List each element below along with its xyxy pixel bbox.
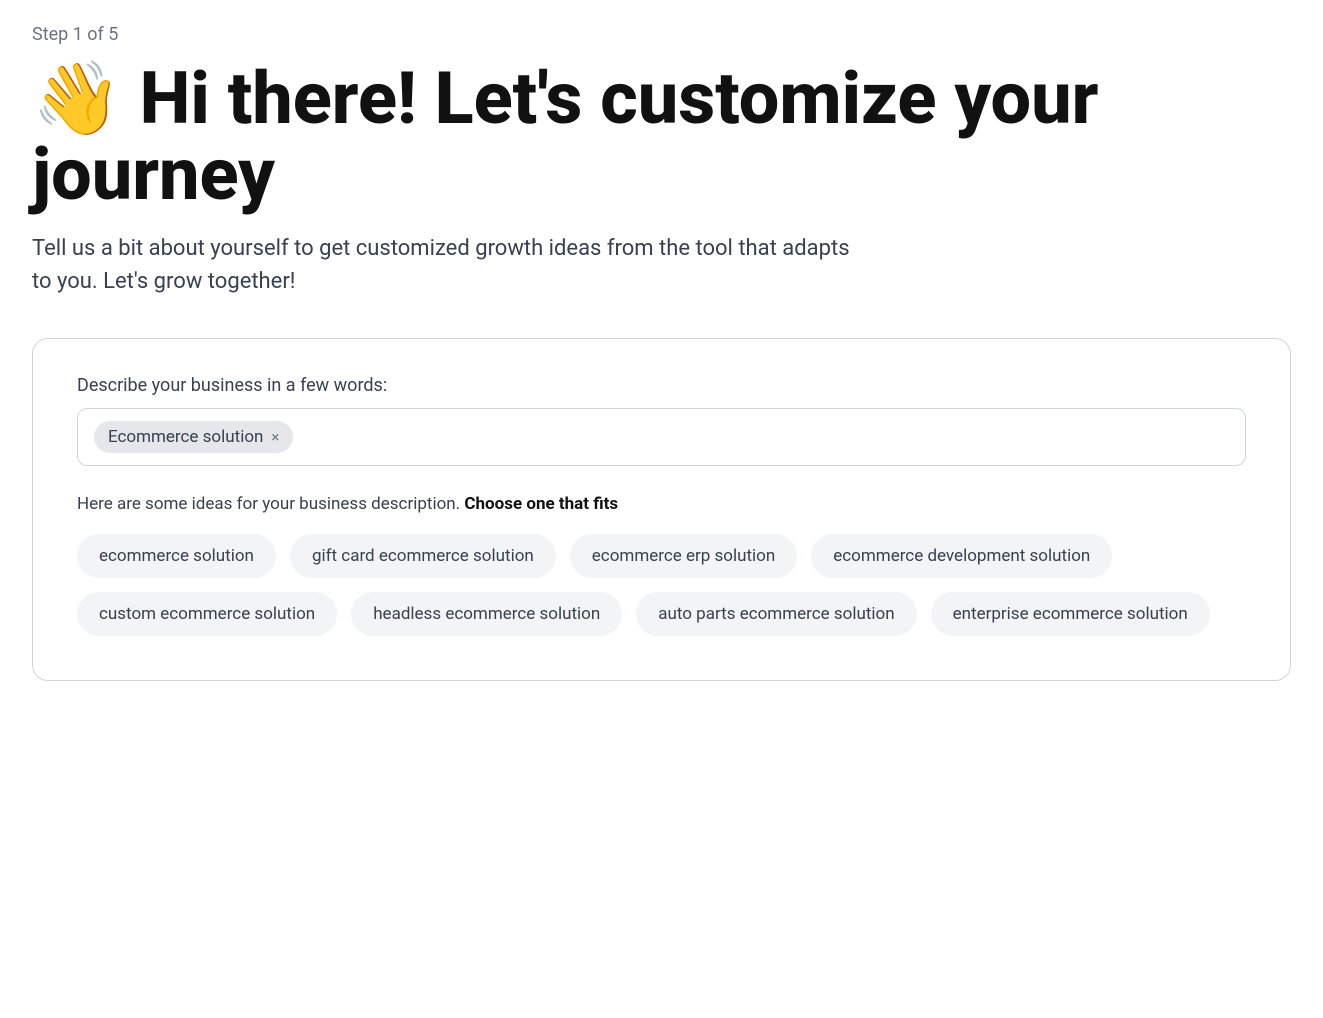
page-title: 👋 Hi there! Let's customize your journey (32, 61, 1132, 212)
tag-close-button[interactable]: × (271, 430, 279, 445)
input-tag[interactable]: Ecommerce solution × (94, 421, 293, 453)
suggestion-chip[interactable]: ecommerce solution (77, 534, 276, 578)
ideas-prefix: Here are some ideas for your business de… (77, 494, 464, 514)
page-subtitle: Tell us a bit about yourself to get cust… (32, 232, 852, 298)
ideas-bold: Choose one that fits (464, 494, 618, 514)
suggestion-chip[interactable]: ecommerce erp solution (570, 534, 797, 578)
business-input-box[interactable]: Ecommerce solution × (77, 408, 1246, 466)
suggestion-chip[interactable]: ecommerce development solution (811, 534, 1112, 578)
form-card: Describe your business in a few words: E… (32, 338, 1291, 681)
field-label: Describe your business in a few words: (77, 375, 1246, 396)
suggestion-chip[interactable]: headless ecommerce solution (351, 592, 622, 636)
tag-text: Ecommerce solution (108, 427, 263, 447)
title-text: Hi there! Let's customize your journey (32, 56, 1098, 217)
suggestions-container: ecommerce solution gift card ecommerce so… (77, 534, 1246, 636)
step-label: Step 1 of 5 (32, 24, 1291, 45)
ideas-label: Here are some ideas for your business de… (77, 494, 1246, 514)
suggestion-chip[interactable]: enterprise ecommerce solution (931, 592, 1210, 636)
suggestion-chip[interactable]: gift card ecommerce solution (290, 534, 556, 578)
suggestion-chip[interactable]: custom ecommerce solution (77, 592, 337, 636)
title-emoji: 👋 (32, 56, 122, 141)
suggestion-chip[interactable]: auto parts ecommerce solution (636, 592, 916, 636)
